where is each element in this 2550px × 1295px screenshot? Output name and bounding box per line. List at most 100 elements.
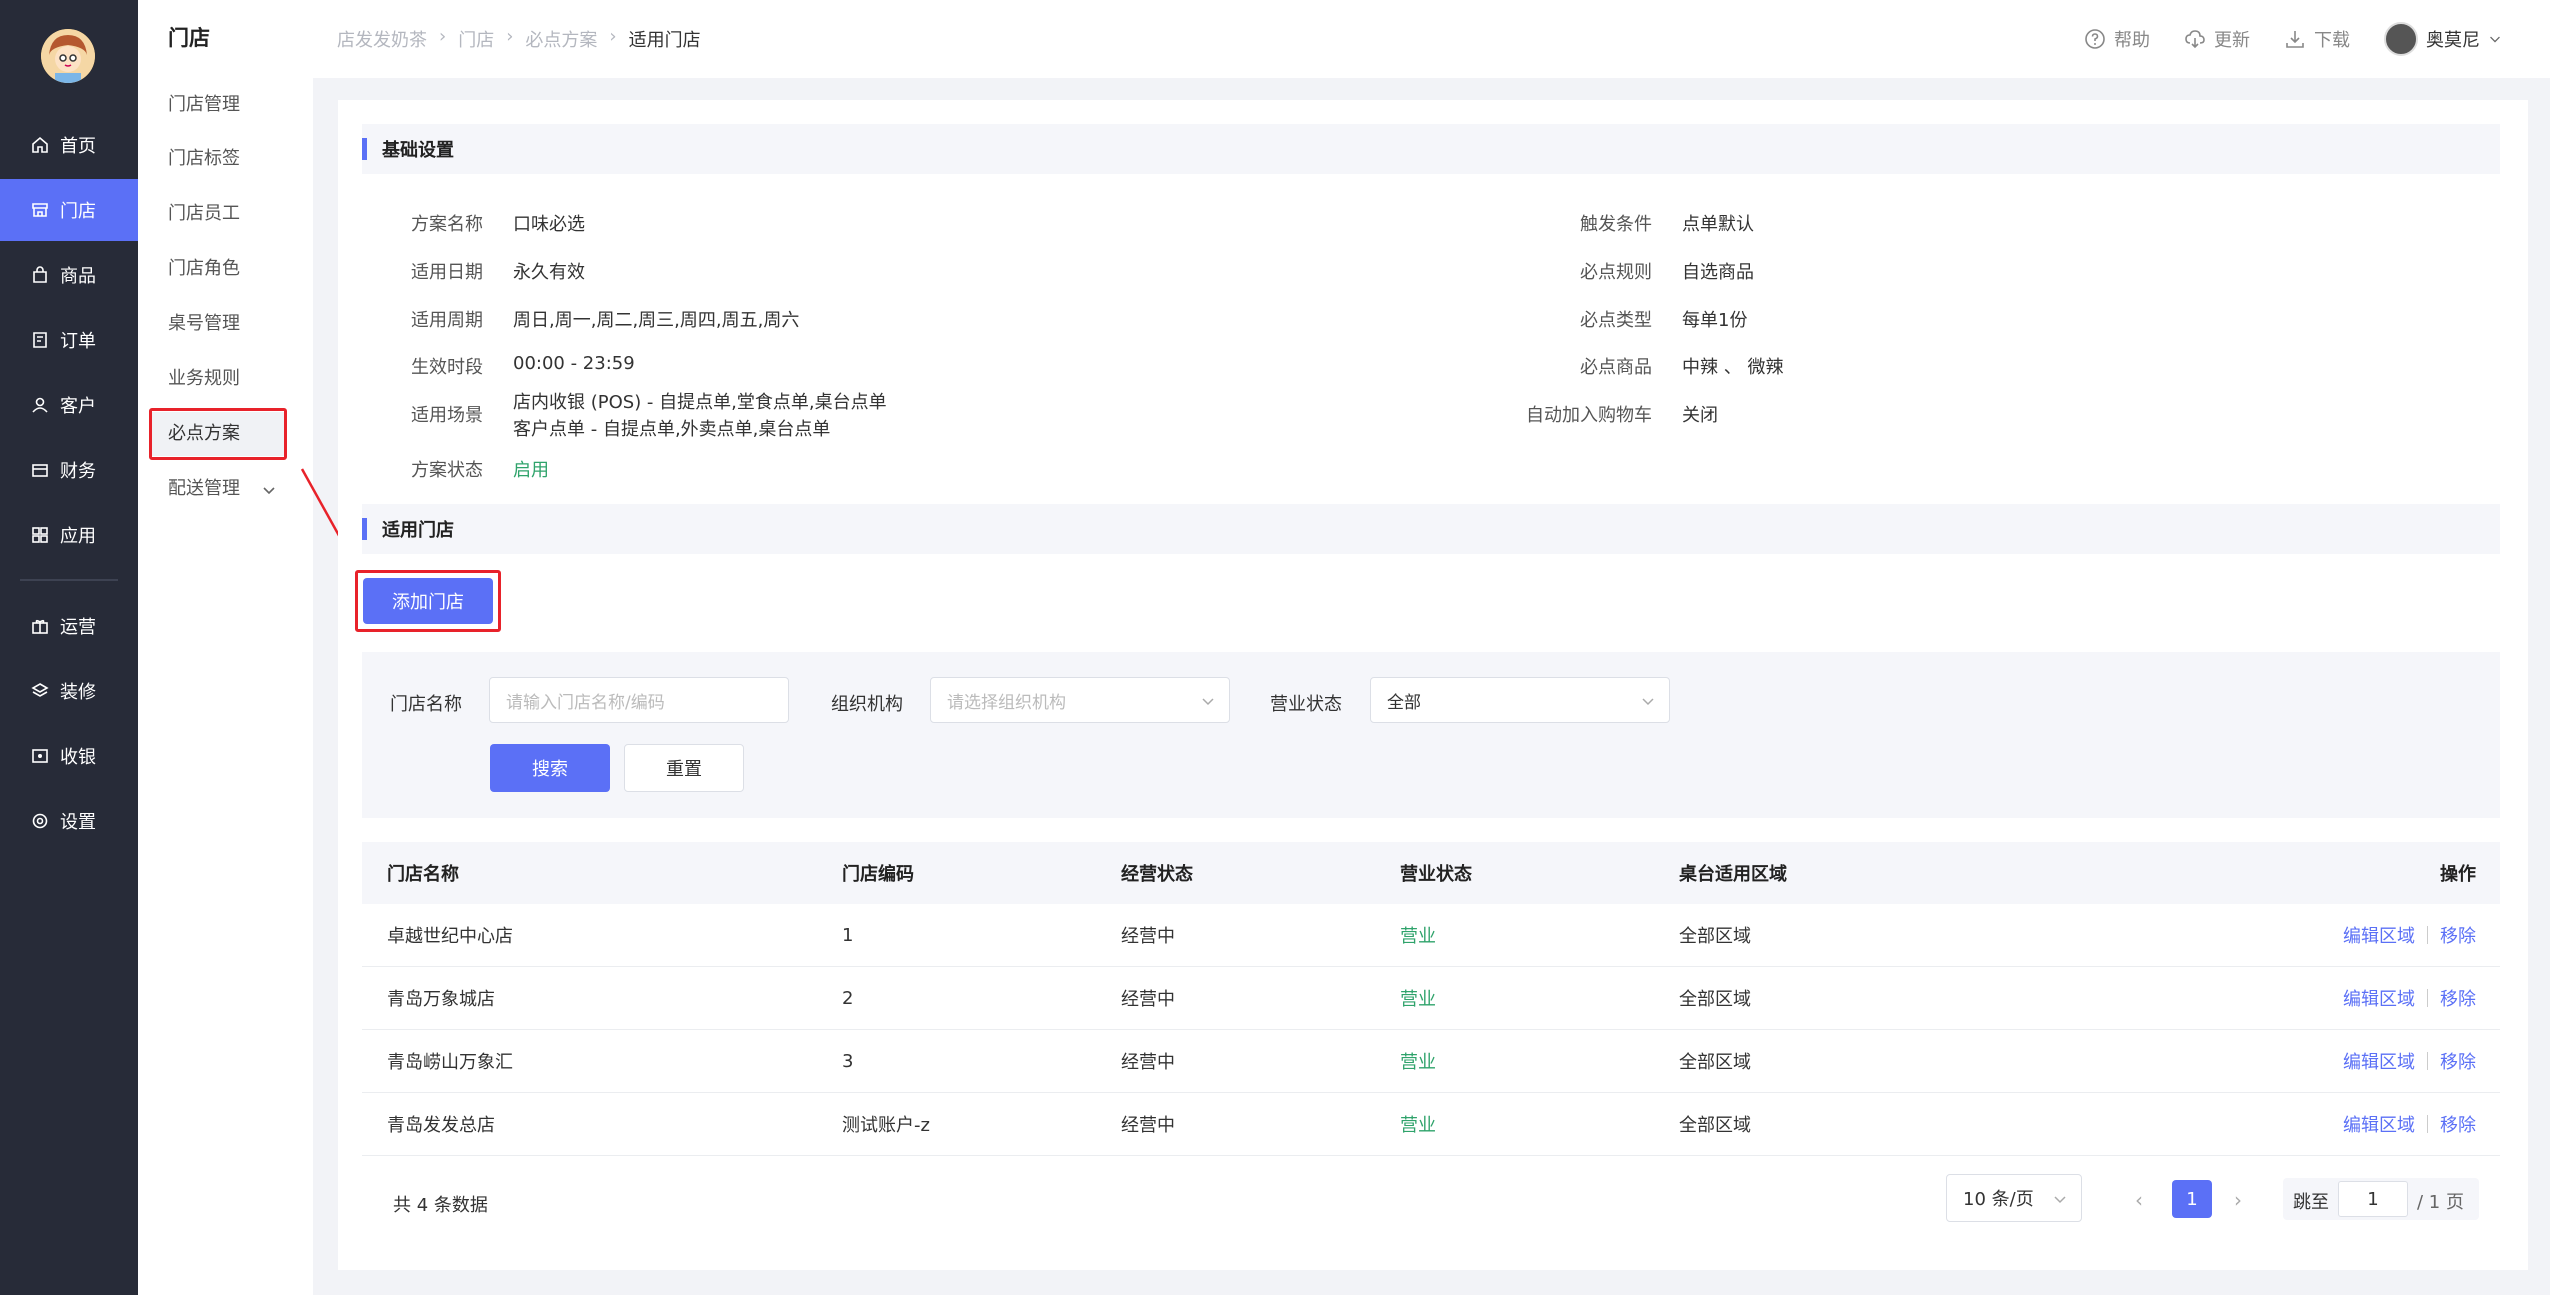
store-name-label: 门店名称 [390, 694, 462, 715]
nav-item-home[interactable]: 首页 [0, 114, 138, 176]
row-actions: 编辑区域 移除 [2343, 967, 2476, 1029]
subnav-item-store-management[interactable]: 门店管理 [168, 90, 240, 120]
cell-store-code: 3 [842, 1050, 854, 1072]
field-goods: 必点商品 中辣 、 微辣 [1438, 353, 1783, 379]
content-card: 基础设置 方案名称 口味必选 适用日期 永久有效 适用周期 周日,周一,周二,周… [338, 100, 2528, 1270]
breadcrumb: 店发发奶茶 › 门店 › 必点方案 › 适用门店 [337, 26, 701, 52]
download-button[interactable]: 下载 [2284, 26, 2350, 52]
subnav-item-business-rules[interactable]: 业务规则 [168, 364, 240, 394]
field-label: 适用日期 [411, 262, 483, 283]
column-header: 操作 [2440, 864, 2476, 885]
cell-biz-status: 经营中 [1121, 926, 1175, 947]
table-row: 青岛崂山万象汇 3 经营中 营业 全部区域 编辑区域 移除 [362, 1030, 2500, 1093]
nav-item-label: 财务 [60, 461, 96, 482]
cloud-download-icon [2185, 30, 2205, 49]
table-row: 青岛发发总店 测试账户-z 经营中 营业 全部区域 编辑区域 移除 [362, 1093, 2500, 1156]
page-number-current[interactable]: 1 [2172, 1180, 2212, 1218]
gift-icon [32, 619, 48, 634]
edit-area-link[interactable]: 编辑区域 [2343, 1048, 2415, 1074]
nav-item-apps[interactable]: 应用 [0, 504, 138, 566]
user-menu[interactable]: 奥莫尼 [2384, 22, 2502, 56]
field-value-group: 店内收银 (POS) - 自提点单,堂食点单,桌台点单 客户点单 - 自提点单,… [513, 389, 887, 443]
field-label: 自动加入购物车 [1526, 405, 1652, 426]
nav-item-settings[interactable]: 设置 [0, 790, 138, 852]
nav-item-label: 收银 [60, 747, 96, 768]
help-button[interactable]: 帮助 [2084, 26, 2150, 52]
edit-area-link[interactable]: 编辑区域 [2343, 1111, 2415, 1137]
next-page-icon[interactable]: › [2234, 1188, 2242, 1212]
field-status: 方案状态 启用 [338, 456, 549, 482]
field-value: 客户点单 - 自提点单,外卖点单,桌台点单 [513, 419, 831, 440]
section-title: 适用门店 [382, 520, 454, 541]
nav-item-label: 设置 [60, 812, 96, 833]
nav-item-decoration[interactable]: 装修 [0, 660, 138, 722]
cell-area: 全部区域 [1679, 1052, 1751, 1073]
nav-item-orders[interactable]: 订单 [0, 309, 138, 371]
store-name-input[interactable]: 请输入门店名称/编码 [489, 677, 789, 723]
chevron-down-icon[interactable] [261, 482, 277, 498]
status-badge: 启用 [513, 460, 549, 481]
reset-button[interactable]: 重置 [624, 744, 744, 792]
column-header: 营业状态 [1400, 864, 1472, 885]
cell-store-name: 青岛发发总店 [387, 1115, 495, 1136]
status-select-value: 全部 [1387, 692, 1421, 713]
subnav-item-store-roles[interactable]: 门店角色 [168, 254, 240, 284]
edit-area-link[interactable]: 编辑区域 [2343, 985, 2415, 1011]
field-value: 店内收银 (POS) - 自提点单,堂食点单,桌台点单 [513, 392, 887, 413]
field-trigger: 触发条件 点单默认 [1438, 210, 1754, 236]
row-actions: 编辑区域 移除 [2343, 1093, 2476, 1155]
cell-biz-status: 经营中 [1121, 1115, 1175, 1136]
subnav-item-store-staff[interactable]: 门店员工 [168, 199, 240, 229]
remove-link[interactable]: 移除 [2440, 985, 2476, 1011]
card-icon [32, 464, 48, 477]
field-plan-name: 方案名称 口味必选 [338, 210, 585, 236]
table-row: 青岛万象城店 2 经营中 营业 全部区域 编辑区域 移除 [362, 967, 2500, 1030]
remove-link[interactable]: 移除 [2440, 1048, 2476, 1074]
jump-input[interactable]: 1 [2338, 1181, 2408, 1217]
nav-item-store[interactable]: 门店 [0, 179, 138, 241]
cell-area: 全部区域 [1679, 989, 1751, 1010]
field-label: 方案名称 [411, 214, 483, 235]
settings-icon [32, 813, 48, 829]
update-button[interactable]: 更新 [2184, 26, 2250, 52]
cell-biz-status: 经营中 [1121, 1052, 1175, 1073]
subnav-item-table-numbers[interactable]: 桌号管理 [168, 309, 240, 339]
cell-store-code: 2 [842, 987, 854, 1009]
search-button[interactable]: 搜索 [490, 744, 610, 792]
remove-link[interactable]: 移除 [2440, 922, 2476, 948]
breadcrumb-current: 适用门店 [628, 30, 701, 51]
bag-icon [33, 266, 47, 283]
subnav-item-store-tags[interactable]: 门店标签 [168, 144, 240, 174]
brand-logo[interactable] [41, 29, 95, 83]
nav-item-goods[interactable]: 商品 [0, 244, 138, 306]
nav-item-customers[interactable]: 客户 [0, 374, 138, 436]
field-valid-date: 适用日期 永久有效 [338, 258, 585, 284]
field-value: 中辣 、 微辣 [1682, 357, 1784, 378]
table-header: 门店名称 门店编码 经营状态 营业状态 桌台适用区域 操作 [362, 842, 2500, 904]
remove-link[interactable]: 移除 [2440, 1111, 2476, 1137]
status-select[interactable]: 全部 [1370, 677, 1670, 723]
cell-open-status: 营业 [1400, 1115, 1436, 1136]
section-applicable-stores: 适用门店 [362, 504, 2500, 554]
subnav-item-delivery[interactable]: 配送管理 [168, 474, 240, 504]
page-jump: 跳至 1 / 1 页 [2283, 1178, 2479, 1220]
page-size-select[interactable]: 10 条/页 [1946, 1174, 2082, 1222]
edit-area-link[interactable]: 编辑区域 [2343, 922, 2415, 948]
nav-item-finance[interactable]: 财务 [0, 439, 138, 501]
breadcrumb-item[interactable]: 门店 [458, 26, 494, 52]
nav-item-label: 装修 [60, 682, 96, 703]
total-count: 共 4 条数据 [393, 1195, 488, 1216]
field-label: 触发条件 [1580, 214, 1652, 235]
nav-item-operations[interactable]: 运营 [0, 595, 138, 657]
nav-item-cashier[interactable]: 收银 [0, 725, 138, 787]
section-title: 基础设置 [382, 140, 454, 161]
prev-page-icon[interactable]: ‹ [2135, 1188, 2143, 1212]
org-label: 组织机构 [831, 694, 903, 715]
breadcrumb-item[interactable]: 店发发奶茶 [337, 26, 427, 52]
jump-total: / 1 页 [2417, 1192, 2464, 1213]
secondary-nav: 门店 门店管理 门店标签 门店员工 门店角色 桌号管理 业务规则 必点方案 配送… [138, 0, 313, 1295]
org-select[interactable]: 请选择组织机构 [930, 677, 1230, 723]
breadcrumb-item[interactable]: 必点方案 [525, 26, 597, 52]
column-header: 桌台适用区域 [1679, 864, 1787, 885]
add-store-button[interactable]: 添加门店 [363, 578, 493, 624]
